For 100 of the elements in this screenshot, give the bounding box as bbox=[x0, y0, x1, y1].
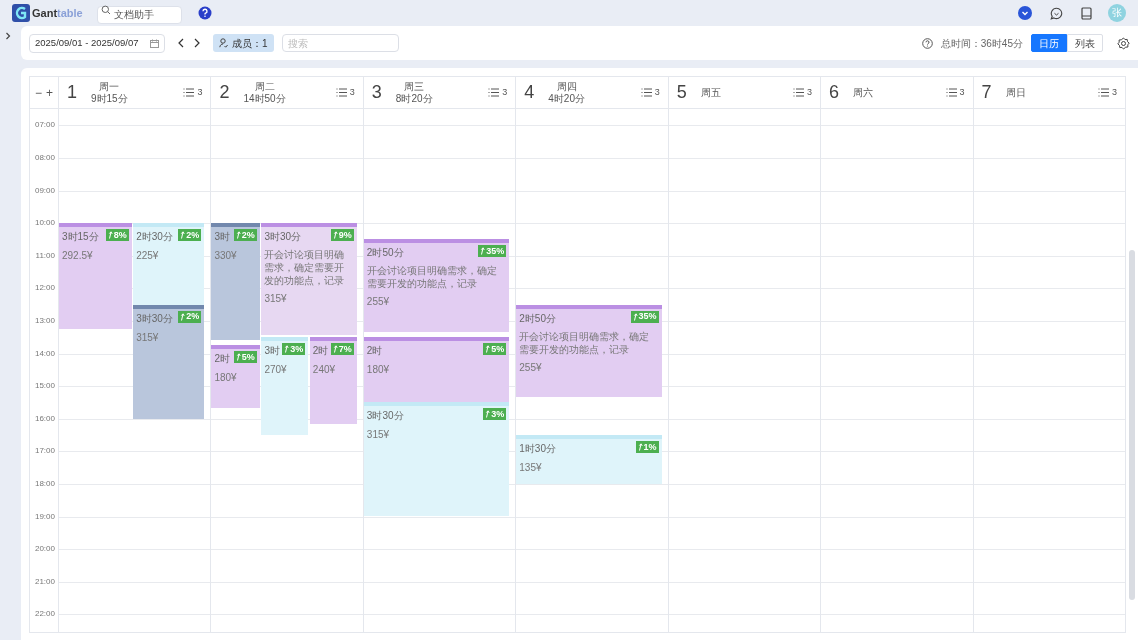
event-count: 3 bbox=[502, 85, 508, 99]
event-card[interactable]: 3时30分 2% 315¥ bbox=[133, 304, 205, 419]
event-count: 3 bbox=[807, 85, 813, 99]
event-duration: 2时 bbox=[214, 352, 230, 367]
day-duration: 8时20分 bbox=[395, 92, 433, 105]
percent-text: 2% bbox=[241, 230, 255, 240]
percent-text: 5% bbox=[241, 352, 255, 362]
date-range-field[interactable]: 2025/09/01 - 2025/09/07 bbox=[29, 33, 165, 53]
arrow-up-icon bbox=[235, 353, 241, 362]
percent-text: 5% bbox=[491, 344, 505, 354]
event-card[interactable]: 3时30分 9% 开会讨论项目明确需求，确定需要开发的功能点，记录 315¥ bbox=[261, 223, 357, 335]
event-card[interactable]: 2时50分 35% 开会讨论项目明确需求，确定需要开发的功能点，记录 255¥ bbox=[516, 304, 662, 397]
hour-label: 08:00 bbox=[34, 152, 55, 163]
chevron-down-icon bbox=[1018, 6, 1032, 20]
event-price: 225¥ bbox=[136, 249, 160, 264]
hour-label: 18:00 bbox=[34, 478, 55, 489]
weekday-label: 周六 bbox=[853, 86, 874, 99]
arrow-up-icon bbox=[235, 231, 241, 240]
zoom-in-button[interactable]: + bbox=[46, 86, 53, 99]
arrow-up-icon bbox=[180, 231, 186, 240]
event-price: 135¥ bbox=[519, 461, 543, 475]
event-card[interactable]: 2时50分 35% 开会讨论项目明确需求，确定需要开发的功能点，记录 255¥ bbox=[363, 239, 510, 332]
day-number: 1 bbox=[67, 81, 78, 104]
weekday-label: 周五 bbox=[700, 86, 721, 99]
calendar-icon bbox=[150, 38, 159, 48]
zoom-out-button[interactable]: − bbox=[35, 86, 42, 99]
event-duration: 2时30分 bbox=[136, 230, 173, 245]
event-count: 3 bbox=[1111, 85, 1117, 99]
search-field[interactable]: 搜索 bbox=[281, 34, 399, 52]
scrollbar-thumb[interactable] bbox=[1129, 250, 1135, 600]
hour-label: 12:00 bbox=[34, 283, 55, 294]
weekday-label: 周四 bbox=[556, 80, 577, 93]
event-card[interactable]: 3时15分 8% 292.5¥ bbox=[59, 223, 132, 330]
event-count: 3 bbox=[959, 85, 965, 99]
event-card[interactable]: 2时 5% 180¥ bbox=[363, 337, 510, 403]
day-number: 4 bbox=[524, 81, 536, 104]
arrow-up-icon bbox=[632, 312, 638, 321]
event-count: 3 bbox=[197, 85, 203, 99]
next-icon bbox=[193, 38, 201, 48]
day-number: 3 bbox=[371, 81, 383, 104]
percent-text: 8% bbox=[113, 230, 127, 240]
event-duration: 3时 bbox=[264, 344, 280, 359]
hour-label: 17:00 bbox=[34, 446, 55, 457]
percent-text: 2% bbox=[186, 230, 200, 240]
list-icon bbox=[1097, 88, 1109, 97]
hour-label: 14:00 bbox=[34, 348, 55, 359]
event-card[interactable]: 3时30分 3% 315¥ bbox=[363, 402, 510, 517]
previous-icon bbox=[177, 38, 185, 48]
event-price: 315¥ bbox=[136, 330, 160, 345]
list-icon bbox=[335, 88, 347, 97]
event-description: 开会讨论项目明确需求，确定需要开发的功能点，记录 bbox=[264, 248, 346, 288]
event-count: 3 bbox=[349, 85, 355, 99]
event-card[interactable]: 3时 3% 270¥ bbox=[261, 337, 309, 435]
logo-text: Gant bbox=[32, 5, 58, 21]
event-duration: 1时30分 bbox=[519, 442, 556, 456]
expand-sidebar-icon bbox=[5, 32, 11, 40]
event-card[interactable]: 2时 5% 180¥ bbox=[211, 345, 260, 408]
logo-icon bbox=[12, 4, 30, 22]
event-card[interactable]: 2时 7% 240¥ bbox=[309, 337, 357, 425]
percent-text: 3% bbox=[290, 344, 304, 354]
settings-icon bbox=[1117, 36, 1130, 50]
event-card[interactable]: 1时30分 1% 135¥ bbox=[516, 435, 662, 484]
list-icon bbox=[183, 88, 195, 97]
weekday-label: 周二 bbox=[254, 80, 275, 93]
percent-text: 35% bbox=[638, 312, 657, 322]
event-card[interactable]: 2时30分 2% 225¥ bbox=[133, 223, 205, 305]
event-price: 292.5¥ bbox=[62, 249, 94, 264]
event-duration: 2时50分 bbox=[519, 311, 556, 326]
weekday-label: 周三 bbox=[404, 80, 425, 93]
view-tab[interactable]: 日历 bbox=[1031, 34, 1067, 52]
percent-text: 3% bbox=[491, 409, 505, 419]
event-duration: 3时15分 bbox=[62, 230, 99, 245]
hour-label: 15:00 bbox=[34, 381, 55, 392]
arrow-up-icon bbox=[332, 345, 338, 354]
help-icon bbox=[197, 6, 212, 20]
event-price: 255¥ bbox=[519, 360, 543, 375]
hour-label: 09:00 bbox=[34, 185, 55, 196]
day-duration: 4时20分 bbox=[548, 92, 585, 105]
weekday-label: 周一 bbox=[99, 80, 120, 93]
percent-text: 9% bbox=[338, 230, 352, 240]
list-icon bbox=[640, 88, 652, 97]
arrow-up-icon bbox=[284, 345, 290, 354]
day-number: 6 bbox=[829, 81, 841, 104]
search-field[interactable]: 文档助手 bbox=[96, 5, 182, 24]
chat-icon bbox=[1050, 6, 1063, 20]
hour-label: 11:00 bbox=[35, 250, 55, 261]
event-duration: 3时30分 bbox=[136, 311, 173, 326]
view-tab[interactable]: 列表 bbox=[1067, 34, 1103, 52]
hour-label: 10:00 bbox=[34, 218, 55, 229]
help-icon bbox=[921, 37, 933, 49]
event-price: 180¥ bbox=[214, 371, 238, 386]
event-duration: 2时50分 bbox=[366, 246, 404, 261]
event-price: 270¥ bbox=[264, 363, 288, 378]
members-button[interactable]: 成员：1 bbox=[213, 34, 274, 52]
event-duration: 3时 bbox=[214, 230, 230, 245]
event-card[interactable]: 3时 2% 330¥ bbox=[211, 223, 260, 340]
book-icon bbox=[1081, 6, 1092, 20]
list-icon bbox=[945, 88, 957, 97]
arrow-up-icon bbox=[107, 231, 113, 240]
arrow-up-icon bbox=[485, 410, 491, 419]
